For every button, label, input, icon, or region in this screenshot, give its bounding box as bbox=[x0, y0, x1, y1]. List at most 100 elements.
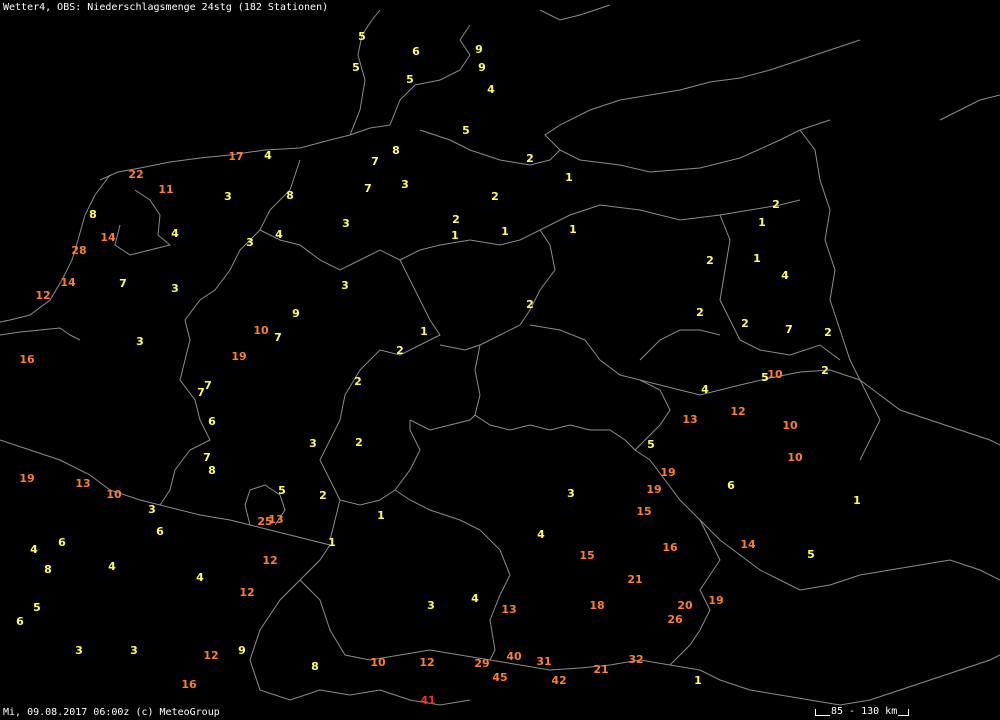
station-value: 5 bbox=[462, 124, 470, 137]
station-value: 6 bbox=[156, 525, 164, 538]
station-value: 4 bbox=[781, 269, 789, 282]
station-value: 5 bbox=[406, 73, 414, 86]
station-value: 12 bbox=[203, 649, 218, 662]
station-value: 1 bbox=[853, 494, 861, 507]
station-value: 19 bbox=[660, 466, 675, 479]
station-value: 16 bbox=[181, 678, 197, 691]
station-value: 5 bbox=[647, 438, 655, 451]
station-value: 6 bbox=[58, 536, 66, 549]
station-value: 3 bbox=[342, 217, 350, 230]
station-value: 3 bbox=[401, 178, 409, 191]
station-value: 13 bbox=[501, 603, 516, 616]
station-value: 2 bbox=[491, 190, 499, 203]
station-value: 3 bbox=[136, 335, 144, 348]
station-value: 12 bbox=[730, 405, 745, 418]
station-value: 7 bbox=[119, 277, 127, 290]
station-value: 1 bbox=[694, 674, 702, 687]
station-value: 1 bbox=[328, 536, 336, 549]
station-value: 9 bbox=[238, 644, 246, 657]
station-value: 4 bbox=[701, 383, 709, 396]
station-value: 19 bbox=[708, 594, 723, 607]
station-value: 3 bbox=[171, 282, 179, 295]
station-value: 3 bbox=[75, 644, 83, 657]
station-value: 15 bbox=[636, 505, 651, 518]
station-value: 6 bbox=[208, 415, 216, 428]
station-value: 41 bbox=[420, 694, 435, 707]
station-value: 7 bbox=[371, 155, 379, 168]
precipitation-map: 56 95 954517 4 87 222113 87 3122814 4343 21 1 11281… bbox=[0, 0, 1000, 720]
station-value: 6 bbox=[16, 615, 24, 628]
station-value: 3 bbox=[246, 236, 254, 249]
station-value: 1 bbox=[565, 171, 573, 184]
station-value: 1 bbox=[451, 229, 459, 242]
station-value: 13 bbox=[268, 513, 283, 526]
station-value: 7 bbox=[364, 182, 372, 195]
station-value: 8 bbox=[311, 660, 319, 673]
station-value: 22 bbox=[128, 168, 143, 181]
station-value: 4 bbox=[275, 228, 283, 241]
station-value: 3 bbox=[309, 437, 317, 450]
station-value: 21 bbox=[627, 573, 642, 586]
station-value: 2 bbox=[355, 436, 363, 449]
station-value: 4 bbox=[487, 83, 495, 96]
station-value: 1 bbox=[501, 225, 509, 238]
station-value: 17 bbox=[228, 150, 243, 163]
station-value: 19 bbox=[231, 350, 246, 363]
station-value: 1 bbox=[569, 223, 577, 236]
station-value: 5 bbox=[278, 484, 286, 497]
station-value: 8 bbox=[44, 563, 52, 576]
station-value: 3 bbox=[341, 279, 349, 292]
station-value: 20 bbox=[677, 599, 693, 612]
station-value: 15 bbox=[579, 549, 594, 562]
station-value: 8 bbox=[392, 144, 400, 157]
station-value: 5 bbox=[807, 548, 815, 561]
station-value: 2 bbox=[741, 317, 749, 330]
station-value: 1 bbox=[753, 252, 761, 265]
station-value: 4 bbox=[471, 592, 479, 605]
station-value: 42 bbox=[551, 674, 566, 687]
station-value: 14 bbox=[740, 538, 756, 551]
station-value: 18 bbox=[589, 599, 604, 612]
station-value: 1 bbox=[377, 509, 385, 522]
station-value: 11 bbox=[158, 183, 173, 196]
station-value: 8 bbox=[286, 189, 294, 202]
station-value: 2 bbox=[319, 489, 327, 502]
station-value: 40 bbox=[506, 650, 522, 663]
station-value: 19 bbox=[646, 483, 661, 496]
station-value: 2 bbox=[452, 213, 460, 226]
station-value: 13 bbox=[75, 477, 90, 490]
station-value: 2 bbox=[772, 198, 780, 211]
station-value: 1 bbox=[758, 216, 766, 229]
station-value: 4 bbox=[171, 227, 179, 240]
station-value: 26 bbox=[667, 613, 683, 626]
station-value: 10 bbox=[106, 488, 122, 501]
station-value: 5 bbox=[33, 601, 41, 614]
station-value: 12 bbox=[419, 656, 434, 669]
station-value: 29 bbox=[474, 657, 489, 670]
station-value: 2 bbox=[526, 298, 534, 311]
timestamp-footer: Mi, 09.08.2017 06:00z (c) MeteoGroup bbox=[3, 707, 220, 718]
station-value: 7 bbox=[203, 451, 211, 464]
station-value: 10 bbox=[370, 656, 386, 669]
station-value: 16 bbox=[19, 353, 35, 366]
station-value: 8 bbox=[89, 208, 97, 221]
station-value: 7 bbox=[274, 331, 282, 344]
station-value: 19 bbox=[19, 472, 34, 485]
station-value: 12 bbox=[239, 586, 254, 599]
station-value: 4 bbox=[30, 543, 38, 556]
station-value: 4 bbox=[196, 571, 204, 584]
station-value: 4 bbox=[264, 149, 272, 162]
station-value: 2 bbox=[821, 364, 829, 377]
station-value: 16 bbox=[662, 541, 678, 554]
station-value: 10 bbox=[253, 324, 269, 337]
station-value: 28 bbox=[71, 244, 86, 257]
station-value: 31 bbox=[536, 655, 551, 668]
station-value: 14 bbox=[60, 276, 76, 289]
station-value: 2 bbox=[526, 152, 534, 165]
station-value: 6 bbox=[412, 45, 420, 58]
station-value: 2 bbox=[706, 254, 714, 267]
station-value: 10 bbox=[767, 368, 783, 381]
station-value: 6 bbox=[727, 479, 735, 492]
station-value: 13 bbox=[682, 413, 697, 426]
station-value: 5 bbox=[358, 30, 366, 43]
